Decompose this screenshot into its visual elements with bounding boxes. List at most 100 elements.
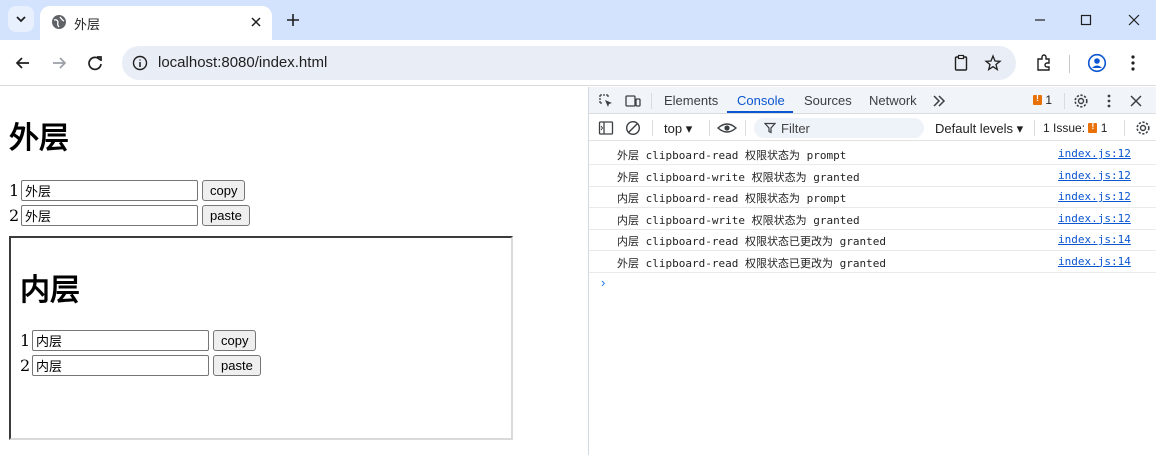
log-message: 内层 clipboard-read 权限状态已更改为 granted xyxy=(617,235,886,248)
outer-row-copy: 1 copy xyxy=(9,180,246,201)
log-levels-value: Default levels xyxy=(935,121,1014,136)
tab-console[interactable]: Console xyxy=(737,93,785,108)
log-levels-dropdown[interactable]: Default levels ▾ xyxy=(935,121,1023,137)
tab-title: 外层 xyxy=(74,18,101,33)
context-selector[interactable]: top ▾ xyxy=(664,121,692,137)
inner-copy-button[interactable]: copy xyxy=(213,330,257,351)
divider xyxy=(709,120,710,136)
close-window-icon[interactable] xyxy=(1124,10,1144,30)
issues-count: 1 xyxy=(1100,121,1108,135)
divider xyxy=(651,93,652,109)
filter-placeholder: Filter xyxy=(781,121,810,136)
divider xyxy=(1034,120,1035,136)
console-log-row: 内层 clipboard-write 权限状态为 granted index.js… xyxy=(589,208,1156,230)
inner-row-copy: 1 copy xyxy=(20,330,257,351)
warning-badge-icon xyxy=(1033,93,1042,105)
globe-icon xyxy=(52,15,66,29)
bookmark-star-icon[interactable] xyxy=(984,54,1002,72)
log-message: 内层 clipboard-write 权限状态为 granted xyxy=(617,213,860,227)
console-log-row: 内层 clipboard-read 权限状态已更改为 granted index.… xyxy=(589,229,1156,251)
warning-badge-icon xyxy=(1088,121,1098,133)
console-log-row: 外层 clipboard-read 权限状态已更改为 granted index.… xyxy=(589,251,1156,273)
forward-arrow-icon[interactable] xyxy=(48,52,70,74)
outer-copy-button[interactable]: copy xyxy=(202,180,246,201)
row-number: 1 xyxy=(9,181,20,200)
issues-counter[interactable]: 1 xyxy=(1033,93,1052,107)
address-bar[interactable]: localhost:8080/index.html xyxy=(122,46,1016,80)
maximize-icon[interactable] xyxy=(1076,10,1096,30)
site-info-icon[interactable] xyxy=(132,55,148,71)
tab-elements[interactable]: Elements xyxy=(664,93,718,108)
divider xyxy=(745,120,746,136)
outer-row-paste: 2 paste xyxy=(9,205,250,226)
inner-copy-input[interactable] xyxy=(32,330,209,351)
log-source-link[interactable]: index.js:12 xyxy=(1058,169,1131,182)
browser-titlebar: 外层 xyxy=(0,0,1156,40)
log-message: 外层 clipboard-read 权限状态已更改为 granted xyxy=(617,256,886,270)
sidebar-toggle-icon[interactable] xyxy=(598,120,614,136)
divider xyxy=(1064,93,1065,109)
divider xyxy=(652,120,653,136)
inner-iframe[interactable]: 内层 1 copy 2 paste xyxy=(9,236,513,440)
toolbar-divider xyxy=(1069,55,1070,73)
context-value: top xyxy=(664,121,683,136)
log-source-link[interactable]: index.js:12 xyxy=(1058,212,1131,225)
row-number: 2 xyxy=(9,206,20,225)
log-source-link[interactable]: index.js:14 xyxy=(1058,255,1131,268)
issues-label: 1 Issue: xyxy=(1043,121,1086,135)
devtools-panel: Elements Console Sources Network 1 top ▾… xyxy=(588,87,1156,455)
chevron-down-icon xyxy=(16,16,26,23)
inspect-element-icon[interactable] xyxy=(598,93,614,109)
tab-search-button[interactable] xyxy=(8,6,34,32)
browser-tab-active[interactable]: 外层 xyxy=(40,6,272,40)
log-message: 外层 clipboard-write 权限状态为 granted xyxy=(617,170,860,184)
console-filter-input[interactable]: Filter xyxy=(754,118,924,138)
devtools-tabbar: Elements Console Sources Network 1 xyxy=(589,87,1156,114)
console-log-row: 外层 clipboard-read 权限状态为 prompt index.js:1… xyxy=(589,143,1156,165)
console-toolbar: top ▾ Filter Default levels ▾ 1 Issue: 1 xyxy=(589,115,1156,141)
log-message: 外层 clipboard-read 权限状态为 prompt xyxy=(617,149,847,162)
tab-sources[interactable]: Sources xyxy=(804,93,852,108)
settings-gear-icon[interactable] xyxy=(1073,93,1089,109)
inner-paste-input[interactable] xyxy=(32,355,209,376)
minimize-icon[interactable] xyxy=(1030,10,1050,30)
console-prompt-chevron-icon[interactable]: › xyxy=(601,275,605,290)
log-source-link[interactable]: index.js:12 xyxy=(1058,190,1131,203)
outer-paste-input[interactable] xyxy=(21,205,198,226)
clear-console-icon[interactable] xyxy=(625,120,641,136)
device-toolbar-icon[interactable] xyxy=(625,93,641,109)
outer-paste-button[interactable]: paste xyxy=(202,205,250,226)
more-tabs-chevron-icon[interactable] xyxy=(931,93,947,109)
inner-heading: 内层 xyxy=(20,273,80,308)
browser-toolbar: localhost:8080/index.html xyxy=(0,40,1156,86)
console-log-row: 内层 clipboard-read 权限状态为 prompt index.js:1… xyxy=(589,186,1156,208)
console-settings-gear-icon[interactable] xyxy=(1135,120,1151,136)
live-expression-eye-icon[interactable] xyxy=(717,120,737,136)
row-number: 1 xyxy=(20,331,31,350)
page-viewport: 外层 1 copy 2 paste 内层 1 copy 2 paste xyxy=(0,87,588,455)
log-message: 内层 clipboard-read 权限状态为 prompt xyxy=(617,192,847,205)
outer-heading: 外层 xyxy=(9,121,69,156)
extensions-icon[interactable] xyxy=(1034,53,1054,73)
close-tab-icon[interactable] xyxy=(248,14,264,30)
reload-icon[interactable] xyxy=(84,52,106,74)
active-tab-indicator xyxy=(727,111,793,113)
inner-paste-button[interactable]: paste xyxy=(213,355,261,376)
tab-network[interactable]: Network xyxy=(869,93,917,108)
back-arrow-icon[interactable] xyxy=(12,52,34,74)
outer-copy-input[interactable] xyxy=(21,180,198,201)
new-tab-icon[interactable] xyxy=(284,11,302,29)
row-number: 2 xyxy=(20,356,31,375)
console-log-row: 外层 clipboard-write 权限状态为 granted index.js… xyxy=(589,165,1156,187)
clipboard-icon[interactable] xyxy=(952,54,970,72)
log-source-link[interactable]: index.js:12 xyxy=(1058,147,1131,160)
more-menu-icon[interactable] xyxy=(1123,53,1143,73)
issues-link[interactable]: 1 Issue: 1 xyxy=(1043,121,1107,135)
profile-icon[interactable] xyxy=(1087,53,1107,73)
issues-counter-value: 1 xyxy=(1045,93,1053,107)
close-devtools-icon[interactable] xyxy=(1128,93,1144,109)
devtools-menu-icon[interactable] xyxy=(1101,93,1117,109)
url-text[interactable]: localhost:8080/index.html xyxy=(158,54,327,71)
log-source-link[interactable]: index.js:14 xyxy=(1058,233,1131,246)
inner-row-paste: 2 paste xyxy=(20,355,261,376)
